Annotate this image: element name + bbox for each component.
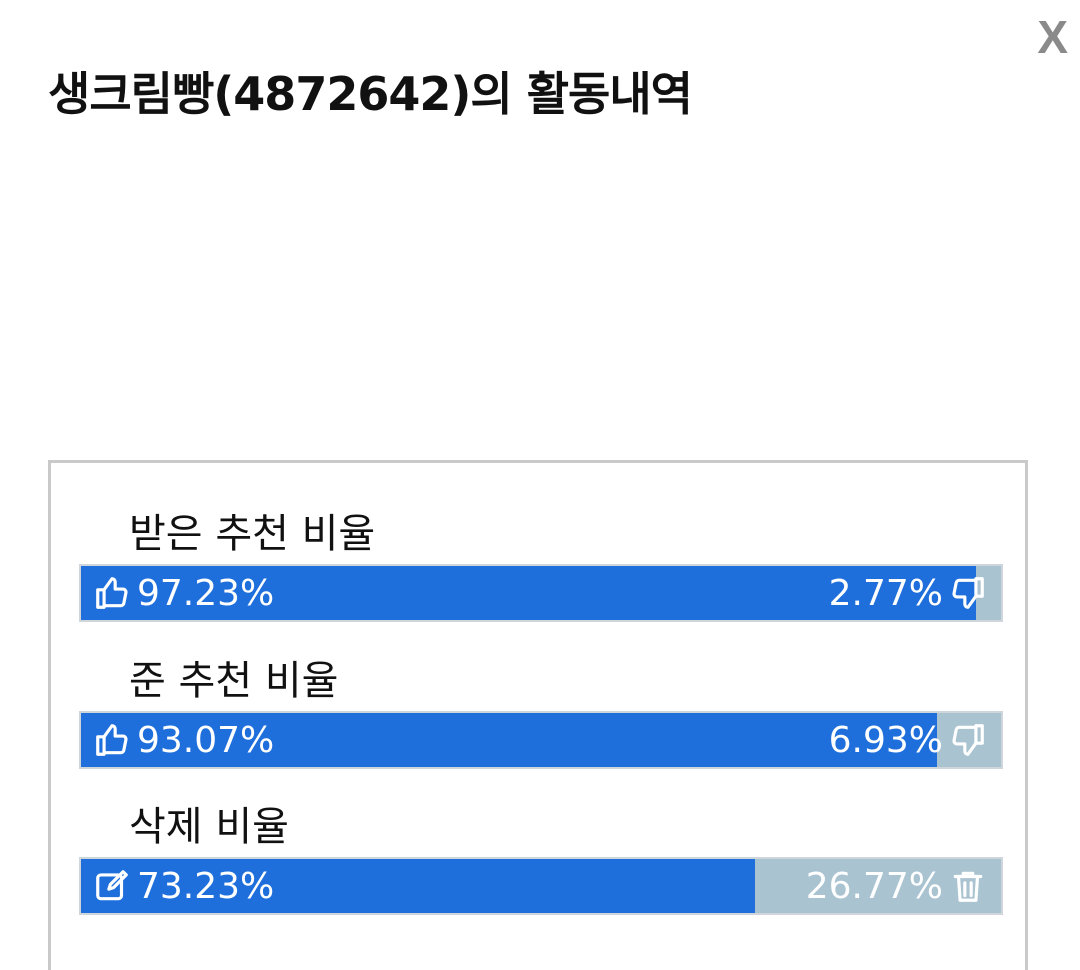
given-up-value: 93.07% <box>137 719 275 761</box>
thumbs-up-icon <box>93 574 131 612</box>
delete-ratio-label: 삭제 비율 <box>129 804 289 850</box>
stats-card: 받은 추천 비율 97.23% 2.77% 준 추천 비율 93.07% 6.9… <box>48 460 1028 970</box>
received-recommend-label: 받은 추천 비율 <box>129 511 376 557</box>
thumbs-up-icon <box>93 721 131 759</box>
activity-popup: X 생크림빵(4872642)의 활동내역 받은 추천 비율 97.23% 2.… <box>0 0 1080 970</box>
delete-ratio-bar[interactable]: 73.23% 26.77% <box>79 857 1003 915</box>
deleted-value: 26.77% <box>805 865 943 907</box>
edit-icon <box>93 867 131 905</box>
thumbs-down-icon <box>949 721 987 759</box>
recommend-up-value: 97.23% <box>137 572 275 614</box>
thumbs-down-icon <box>949 574 987 612</box>
trash-icon <box>949 867 987 905</box>
close-button[interactable]: X <box>1033 12 1072 62</box>
kept-value: 73.23% <box>137 865 275 907</box>
recommend-down-value: 2.77% <box>828 572 943 614</box>
page-title: 생크림빵(4872642)의 활동내역 <box>48 67 693 121</box>
given-recommend-bar[interactable]: 93.07% 6.93% <box>79 711 1003 769</box>
received-recommend-bar[interactable]: 97.23% 2.77% <box>79 564 1003 622</box>
given-recommend-label: 준 추천 비율 <box>129 658 339 704</box>
given-down-value: 6.93% <box>828 719 943 761</box>
